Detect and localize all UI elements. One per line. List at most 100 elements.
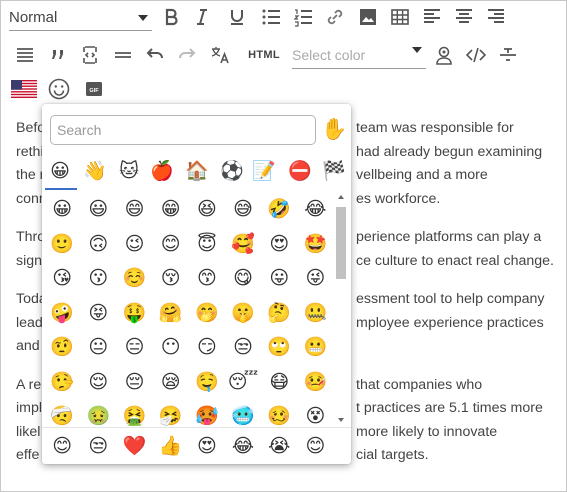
- paragraph-format-select[interactable]: Normal: [9, 5, 152, 31]
- emoji-category-tab[interactable]: 👋: [80, 158, 110, 186]
- emoji-item[interactable]: 😴: [225, 366, 261, 401]
- emoji-item[interactable]: 🥴: [261, 400, 297, 426]
- emoji-item[interactable]: 🤗: [153, 297, 189, 332]
- emoji-category-tab[interactable]: 📝: [249, 158, 279, 186]
- emoji-item[interactable]: 😚: [153, 262, 189, 297]
- emoji-item[interactable]: 🤩: [297, 228, 333, 263]
- emoji-item[interactable]: 🤢: [80, 400, 116, 426]
- emoji-item[interactable]: 🤮: [116, 400, 152, 426]
- emoji-item[interactable]: 😗: [80, 262, 116, 297]
- emoji-item[interactable]: 🤪: [44, 297, 80, 332]
- blockquote-button[interactable]: [45, 42, 71, 68]
- underline-button[interactable]: [224, 4, 250, 30]
- emoji-item[interactable]: 😔: [116, 366, 152, 401]
- code-block-button[interactable]: [77, 42, 103, 68]
- scroll-up-arrow-icon[interactable]: [338, 195, 344, 199]
- emoji-item[interactable]: 😆: [189, 193, 225, 228]
- recent-emoji-item[interactable]: 😊: [44, 430, 80, 464]
- mention-button[interactable]: [431, 42, 457, 68]
- undo-button[interactable]: [142, 42, 168, 68]
- emoji-item[interactable]: 😀: [44, 193, 80, 228]
- numbered-list-button[interactable]: [290, 4, 316, 30]
- emoji-item[interactable]: 🥰: [225, 228, 261, 263]
- recent-emoji-item[interactable]: ❤️: [116, 430, 152, 464]
- bulleted-list-button[interactable]: [258, 4, 284, 30]
- color-select[interactable]: Select color: [292, 41, 426, 69]
- emoji-item[interactable]: 😅: [225, 193, 261, 228]
- emoji-item[interactable]: 😷: [261, 366, 297, 401]
- emoji-item[interactable]: 😌: [80, 366, 116, 401]
- strikethrough-button[interactable]: [495, 42, 521, 68]
- emoji-item[interactable]: 😙: [189, 262, 225, 297]
- scroll-down-arrow-icon[interactable]: [338, 418, 344, 422]
- insert-table-button[interactable]: [387, 4, 413, 30]
- scrollbar-thumb[interactable]: [336, 207, 346, 279]
- bold-button[interactable]: [158, 4, 184, 30]
- emoji-item[interactable]: 🤨: [44, 331, 80, 366]
- emoji-scrollbar[interactable]: [335, 193, 347, 426]
- recent-emoji-item[interactable]: 😒: [80, 430, 116, 464]
- emoji-item[interactable]: 😃: [80, 193, 116, 228]
- emoji-item[interactable]: 😍: [261, 228, 297, 263]
- emoji-item[interactable]: 😶: [153, 331, 189, 366]
- emoji-item[interactable]: 🤕: [44, 400, 80, 426]
- emoji-item[interactable]: 😑: [116, 331, 152, 366]
- emoji-item[interactable]: 😘: [44, 262, 80, 297]
- recent-emoji-item[interactable]: 👍: [153, 430, 189, 464]
- emoji-item[interactable]: 😒: [225, 331, 261, 366]
- link-button[interactable]: [322, 4, 348, 30]
- emoji-item[interactable]: 🤥: [44, 366, 80, 401]
- emoji-item[interactable]: 🤒: [297, 366, 333, 401]
- italic-button[interactable]: [189, 4, 215, 30]
- emoji-category-tab[interactable]: 🏁: [319, 158, 349, 186]
- recent-emoji-item[interactable]: 😭: [261, 430, 297, 464]
- horizontal-rule-button[interactable]: [110, 42, 136, 68]
- emoji-item[interactable]: 🤐: [297, 297, 333, 332]
- emoji-item[interactable]: 🤭: [189, 297, 225, 332]
- emoji-item[interactable]: 🙂: [44, 228, 80, 263]
- emoji-search-input[interactable]: Search: [50, 115, 316, 145]
- emoji-category-tab[interactable]: 🐱: [114, 158, 144, 186]
- emoji-item[interactable]: 🥶: [225, 400, 261, 426]
- emoji-item[interactable]: 😉: [116, 228, 152, 263]
- emoji-item[interactable]: 🤣: [261, 193, 297, 228]
- clear-format-button[interactable]: [207, 42, 233, 68]
- emoji-item[interactable]: 😵: [297, 400, 333, 426]
- emoji-item[interactable]: 🙃: [80, 228, 116, 263]
- emoji-item[interactable]: 🤤: [189, 366, 225, 401]
- emoji-item[interactable]: 😊: [153, 228, 189, 263]
- align-center-button[interactable]: [451, 4, 477, 30]
- emoji-item[interactable]: ☺️: [116, 262, 152, 297]
- emoji-item[interactable]: 😬: [297, 331, 333, 366]
- emoji-item[interactable]: 😂: [297, 193, 333, 228]
- emoji-item[interactable]: 😇: [189, 228, 225, 263]
- justify-button[interactable]: [12, 42, 38, 68]
- emoji-item[interactable]: 😜: [297, 262, 333, 297]
- emoji-item[interactable]: 🤧: [153, 400, 189, 426]
- emoji-category-tab[interactable]: ⛔: [285, 158, 315, 186]
- emoji-category-tab[interactable]: 🍎: [147, 158, 177, 186]
- align-right-button[interactable]: [483, 4, 509, 30]
- emoji-item[interactable]: 😏: [189, 331, 225, 366]
- recent-emoji-item[interactable]: 😊: [297, 430, 333, 464]
- html-view-button[interactable]: HTML: [244, 42, 284, 68]
- emoji-item[interactable]: 😪: [153, 366, 189, 401]
- emoji-item[interactable]: 😐: [80, 331, 116, 366]
- emoji-item[interactable]: 🥵: [189, 400, 225, 426]
- insert-image-button[interactable]: [355, 4, 381, 30]
- us-flag-icon[interactable]: [11, 80, 37, 98]
- emoji-item[interactable]: 😄: [116, 193, 152, 228]
- recent-emoji-item[interactable]: 😍: [189, 430, 225, 464]
- emoji-category-tab[interactable]: ⚽: [217, 158, 247, 186]
- emoji-item[interactable]: 😝: [80, 297, 116, 332]
- emoji-item[interactable]: 🙄: [261, 331, 297, 366]
- emoji-category-tab[interactable]: 😀: [45, 158, 75, 186]
- emoji-item[interactable]: 🤔: [261, 297, 297, 332]
- emoji-item[interactable]: 😛: [261, 262, 297, 297]
- emoji-button[interactable]: [46, 76, 72, 102]
- emoji-item[interactable]: 😋: [225, 262, 261, 297]
- emoji-item[interactable]: 🤑: [116, 297, 152, 332]
- emoji-item[interactable]: 😁: [153, 193, 189, 228]
- align-left-button[interactable]: [419, 4, 445, 30]
- emoji-category-tab[interactable]: 🏠: [182, 158, 212, 186]
